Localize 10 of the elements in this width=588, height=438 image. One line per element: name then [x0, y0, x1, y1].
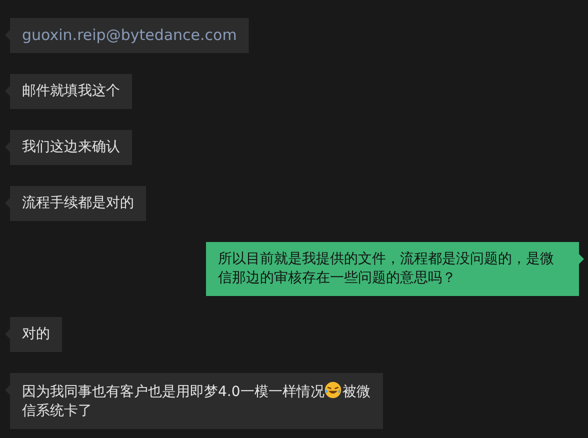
received-message-bubble: guoxin.reip@bytedance.com: [5, 18, 249, 53]
message-text: 被微: [342, 384, 370, 400]
message-text: 信系统卡了: [22, 403, 92, 419]
received-message-bubble: 邮件就填我这个: [5, 74, 132, 109]
message-text: 因为我同事也有客户也是用即梦4.0一模一样情况: [22, 384, 324, 400]
laughing-emoji-icon: [324, 381, 342, 399]
sent-message-bubble: 所以目前就是我提供的文件，流程都是没问题的，是微信那边的审核存在一些问题的意思吗？: [206, 242, 584, 296]
received-message-bubble: 对的: [5, 317, 62, 352]
received-message-bubble: 我们这边来确认: [5, 130, 132, 165]
received-message-bubble: 流程手续都是对的: [5, 186, 146, 221]
